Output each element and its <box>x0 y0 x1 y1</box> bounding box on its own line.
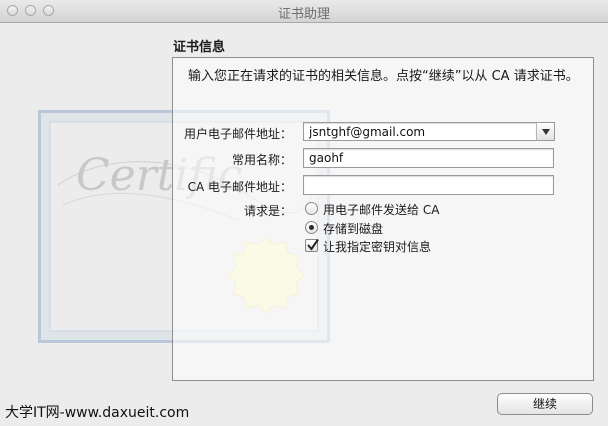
common-name-field[interactable]: gaohf <box>303 148 554 168</box>
continue-button[interactable]: 继续 <box>497 393 593 415</box>
request-label: 请求是： <box>243 204 292 218</box>
certificate-assistant-window: 证书助理 Certific 证书信息 输入您正在请求的证书的相关信息。点按“继续… <box>0 0 608 426</box>
window-title: 证书助理 <box>277 7 330 22</box>
user-email-label: 用户电子邮件地址： <box>183 127 292 141</box>
user-email-dropdown-button[interactable] <box>536 122 555 141</box>
intro-text: 输入您正在请求的证书的相关信息。点按“继续”以从 CA 请求证书。 <box>188 69 579 84</box>
chevron-down-icon <box>542 129 550 135</box>
specify-key-pair-checkbox[interactable] <box>305 238 319 252</box>
title-bar: 证书助理 <box>0 0 608 23</box>
ca-email-field[interactable] <box>303 175 554 195</box>
radio-selected-dot <box>309 225 314 230</box>
section-title: 证书信息 <box>173 40 226 55</box>
common-name-label: 常用名称： <box>231 153 292 167</box>
save-to-disk-radio[interactable] <box>305 221 318 234</box>
watermark-text: 大学IT网-www.daxueit.com <box>5 405 190 421</box>
user-email-combo-input[interactable]: jsntghf@gmail.com <box>303 122 537 141</box>
save-to-disk-option-label[interactable]: 存储到磁盘 <box>323 220 383 237</box>
specify-key-pair-label[interactable]: 让我指定密钥对信息 <box>323 238 431 255</box>
email-to-ca-option-label[interactable]: 用电子邮件发送给 CA <box>323 201 439 218</box>
ca-email-label: CA 电子邮件地址： <box>187 180 292 194</box>
form-panel <box>172 57 594 381</box>
email-to-ca-radio[interactable] <box>305 202 318 215</box>
checkmark-icon <box>307 238 319 251</box>
